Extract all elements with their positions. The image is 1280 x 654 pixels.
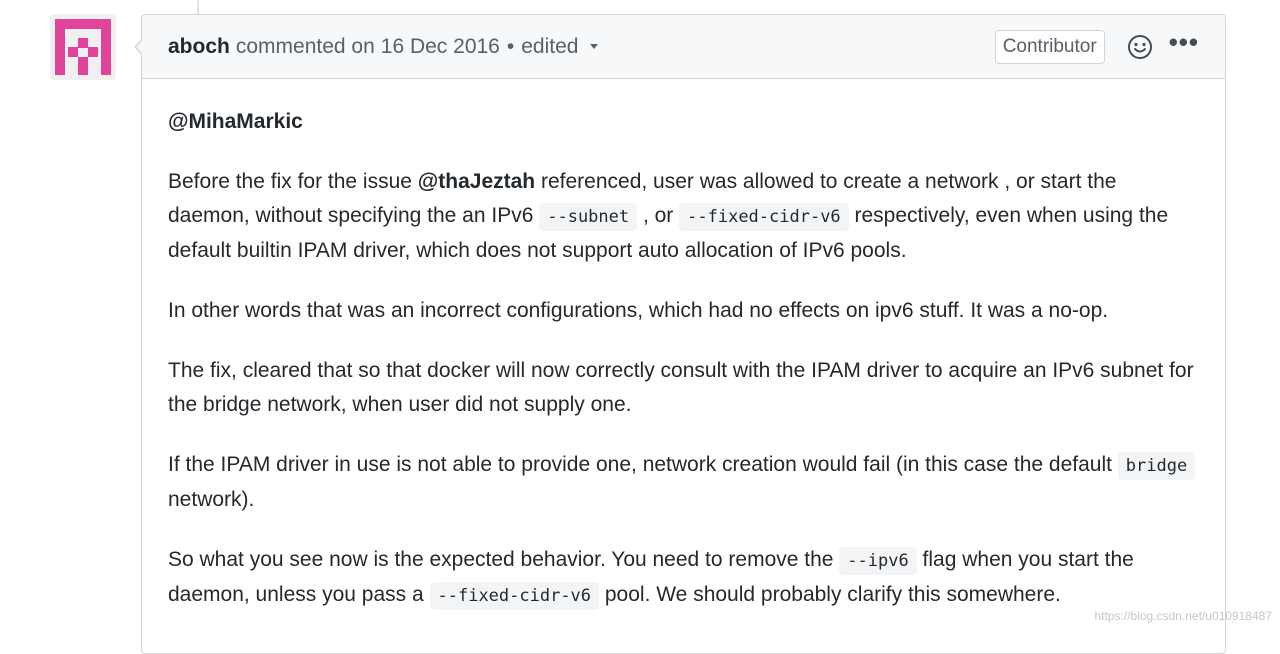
inline-code: --fixed-cidr-v6 — [430, 582, 600, 610]
text: If the IPAM driver in use is not able to… — [168, 453, 1118, 476]
author-link[interactable]: aboch — [168, 35, 230, 59]
separator: • — [507, 35, 514, 59]
mention-link[interactable]: @thaJeztah — [418, 170, 535, 193]
paragraph-6: So what you see now is the expected beha… — [168, 543, 1199, 613]
mention-link[interactable]: @MihaMarkic — [168, 110, 303, 133]
paragraph-1: @MihaMarkic — [168, 105, 1199, 139]
inline-code: --fixed-cidr-v6 — [679, 203, 849, 231]
paragraph-4: The fix, cleared that so that docker wil… — [168, 354, 1199, 422]
paragraph-5: If the IPAM driver in use is not able to… — [168, 448, 1199, 517]
paragraph-3: In other words that was an incorrect con… — [168, 294, 1199, 328]
edited-dropdown[interactable]: edited — [521, 35, 598, 59]
text: Before the fix for the issue — [168, 170, 418, 193]
more-options-icon[interactable]: ••• — [1169, 29, 1199, 65]
comment-box: aboch commented on 16 Dec 2016 • edited … — [141, 14, 1226, 654]
edited-label: edited — [521, 35, 578, 59]
comment-date[interactable]: 16 Dec 2016 — [381, 35, 500, 59]
contributor-badge: Contributor — [995, 30, 1105, 64]
comment-body: @MihaMarkic Before the fix for the issue… — [142, 79, 1225, 613]
paragraph-2: Before the fix for the issue @thaJeztah … — [168, 165, 1199, 268]
text: network). — [168, 488, 254, 511]
header-actions: Contributor ••• — [995, 29, 1199, 65]
comment-action: commented on — [236, 35, 375, 59]
text: , or — [637, 204, 679, 227]
watermark: https://blog.csdn.net/u010918487 — [1095, 609, 1272, 623]
smiley-reaction-icon[interactable] — [1127, 34, 1153, 60]
identicon-icon — [50, 14, 116, 80]
text: So what you see now is the expected beha… — [168, 548, 839, 571]
inline-code: --ipv6 — [839, 547, 916, 575]
inline-code: bridge — [1118, 452, 1195, 480]
avatar[interactable] — [50, 14, 116, 80]
caret-down-icon — [590, 44, 598, 49]
inline-code: --subnet — [539, 203, 637, 231]
text: pool. We should probably clarify this so… — [599, 583, 1061, 606]
comment-header: aboch commented on 16 Dec 2016 • edited … — [142, 15, 1225, 79]
